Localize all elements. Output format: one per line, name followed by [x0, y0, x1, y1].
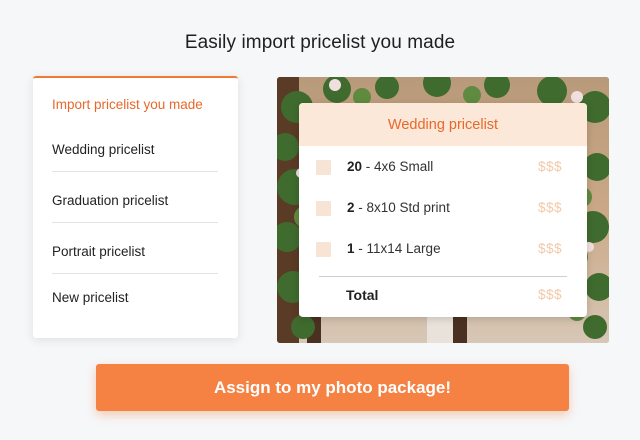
- total-label: Total: [346, 287, 379, 303]
- pricelist-selector: Import pricelist you made Wedding pricel…: [33, 76, 238, 338]
- divider: [52, 273, 218, 274]
- page-heading: Easily import pricelist you made: [184, 32, 456, 53]
- row-checkbox[interactable]: [316, 160, 331, 175]
- pricelist-item-import[interactable]: Import pricelist you made: [52, 97, 218, 112]
- price-row: 20 - 4x6 Small $$$: [299, 158, 587, 178]
- row-qty: 20: [347, 159, 363, 174]
- pricelist-item-graduation[interactable]: Graduation pricelist: [52, 193, 218, 208]
- pricelist-card: Wedding pricelist 20 - 4x6 Small $$$ 2 -…: [299, 103, 587, 317]
- pricelist-card-title: Wedding pricelist: [299, 103, 587, 146]
- pricelist-item-wedding[interactable]: Wedding pricelist: [52, 142, 218, 157]
- row-label: 20 - 4x6 Small: [347, 159, 433, 174]
- row-price: $$$: [537, 159, 562, 174]
- row-desc: - 8x10 Std print: [354, 200, 450, 215]
- pricelist-item-portrait[interactable]: Portrait pricelist: [52, 244, 218, 259]
- row-desc: - 11x14 Large: [354, 241, 441, 256]
- row-checkbox[interactable]: [316, 201, 331, 216]
- total-divider: [319, 276, 567, 277]
- row-desc: - 4x6 Small: [362, 159, 434, 174]
- row-price: $$$: [537, 200, 562, 215]
- pricelist-item-new[interactable]: New pricelist: [52, 290, 218, 305]
- assign-package-button[interactable]: Assign to my photo package!: [96, 364, 569, 411]
- price-row: 1 - 11x14 Large $$$: [299, 240, 587, 260]
- row-label: 1 - 11x14 Large: [347, 241, 441, 256]
- divider: [52, 171, 218, 172]
- price-row: 2 - 8x10 Std print $$$: [299, 199, 587, 219]
- divider: [52, 222, 218, 223]
- row-qty: 2: [347, 200, 355, 215]
- row-label: 2 - 8x10 Std print: [347, 200, 450, 215]
- row-price: $$$: [537, 241, 562, 256]
- total-price: $$$: [537, 287, 562, 302]
- row-checkbox[interactable]: [316, 242, 331, 257]
- row-qty: 1: [347, 241, 355, 256]
